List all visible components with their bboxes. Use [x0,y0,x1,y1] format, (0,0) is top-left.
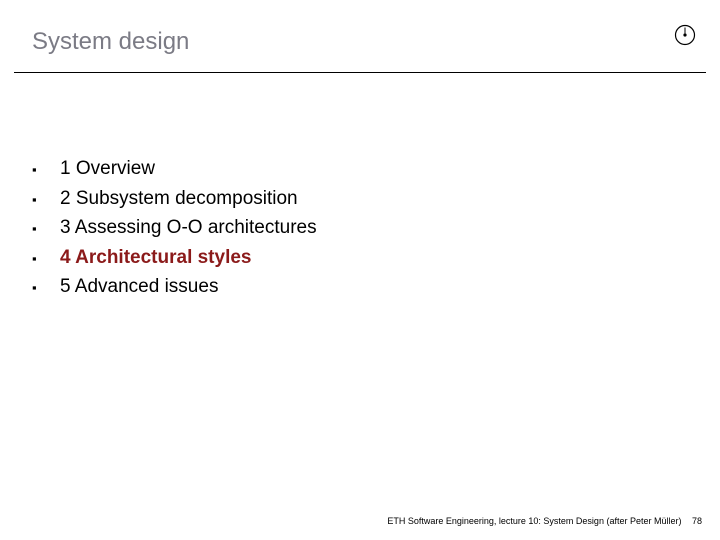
header: System design [0,20,720,72]
list-item: ▪ 2 Subsystem decomposition [32,185,317,214]
page-number: 78 [692,516,702,526]
list-item: ▪ 5 Advanced issues [32,273,317,302]
footer: ETH Software Engineering, lecture 10: Sy… [387,516,702,526]
horizontal-rule [14,72,706,73]
footer-text: ETH Software Engineering, lecture 10: Sy… [387,516,681,526]
list-item: ▪ 1 Overview [32,155,317,184]
list-item-text: 2 Subsystem decomposition [60,185,298,214]
outline-list: ▪ 1 Overview ▪ 2 Subsystem decomposition… [32,155,317,303]
slide: { "title": "System design", "bullet_glyp… [0,0,720,540]
list-item: ▪ 3 Assessing O-O architectures [32,214,317,243]
list-item: ▪ 4 Architectural styles [32,244,317,273]
bullet-icon: ▪ [32,249,60,269]
list-item-text: 5 Advanced issues [60,273,218,302]
bullet-icon: ▪ [32,219,60,239]
list-item-text: 1 Overview [60,155,155,184]
bullet-icon: ▪ [32,278,60,298]
eth-logo-icon [674,24,696,46]
list-item-text: 3 Assessing O-O architectures [60,214,317,243]
slide-title: System design [32,28,189,56]
list-item-text: 4 Architectural styles [60,244,252,273]
bullet-icon: ▪ [32,160,60,180]
bullet-icon: ▪ [32,190,60,210]
